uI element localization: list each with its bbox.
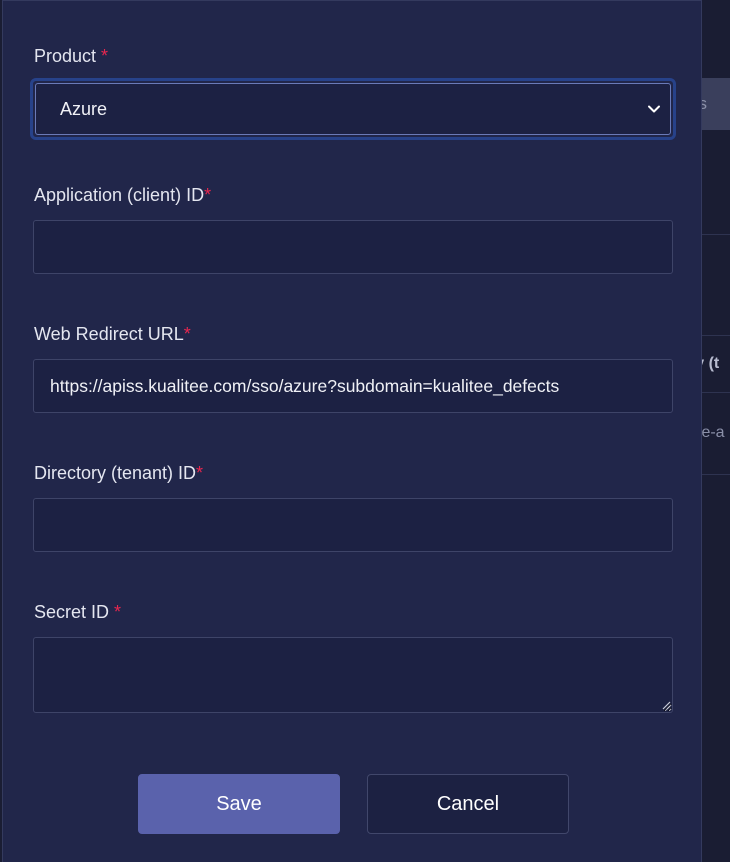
required-mark: * [204,185,212,205]
chevron-down-icon [648,105,660,113]
directory-tenant-id-input[interactable] [33,498,673,552]
sso-settings-panel: Product * Azure Application (client) ID*… [2,0,702,862]
secret-id-label: Secret ID * [34,602,122,622]
web-redirect-url-label: Web Redirect URL* [34,324,191,344]
cancel-button[interactable]: Cancel [367,774,569,834]
product-select-focus-ring: Azure [30,78,676,140]
required-mark: * [114,602,122,622]
product-select[interactable]: Azure [35,83,671,135]
required-mark: * [196,463,204,483]
directory-tenant-id-label: Directory (tenant) ID* [34,463,204,483]
application-client-id-label: Application (client) ID* [34,185,212,205]
product-select-value: Azure [60,98,108,119]
application-client-id-input[interactable] [33,220,673,274]
product-label: Product * [34,46,109,66]
required-mark: * [183,324,191,344]
resize-grip-icon[interactable] [661,700,671,710]
required-mark: * [101,46,109,66]
secret-id-textarea[interactable] [33,637,673,713]
save-button[interactable]: Save [138,774,340,834]
web-redirect-url-input[interactable] [33,359,673,413]
